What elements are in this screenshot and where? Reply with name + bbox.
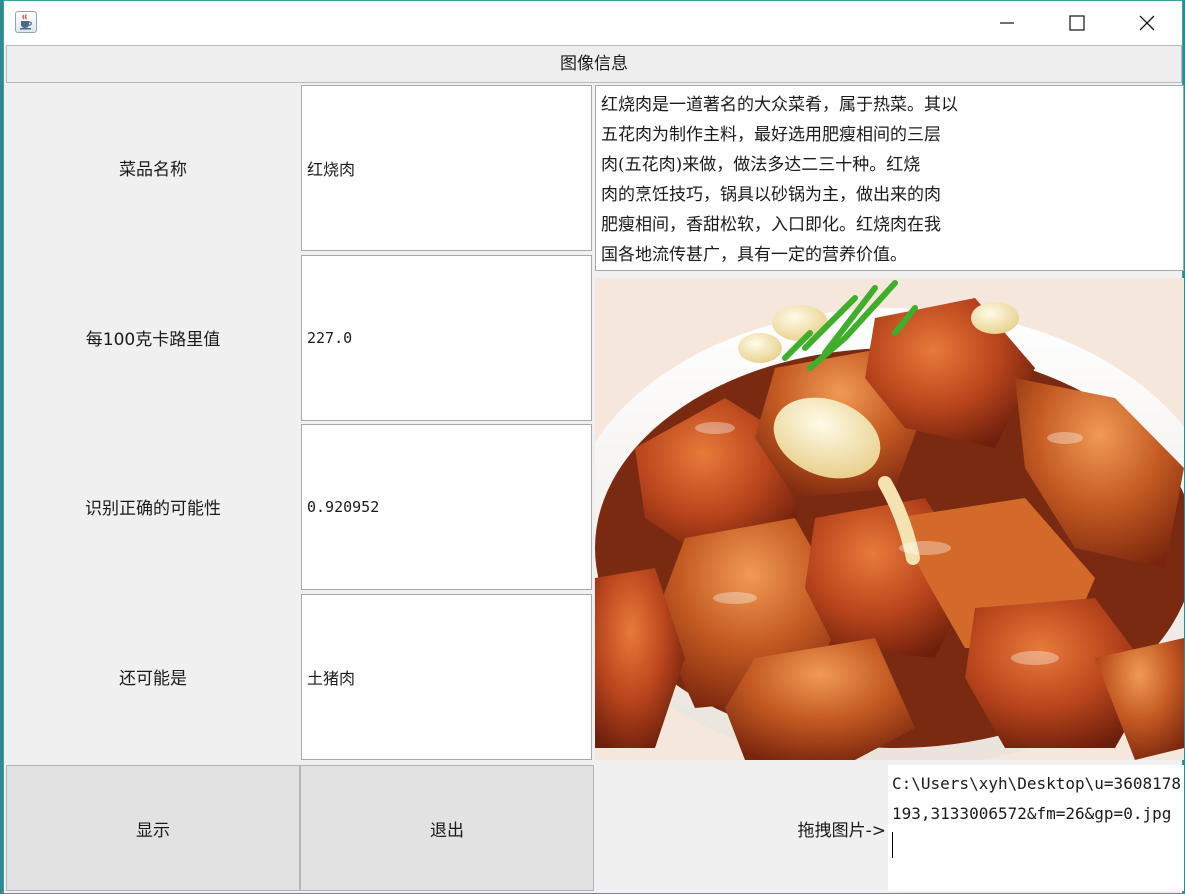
image-path-field[interactable]: C:\Users\xyh\Desktop\u=3608178193,313300…	[888, 765, 1184, 891]
minimize-icon	[1000, 22, 1014, 24]
maximize-icon	[1069, 15, 1085, 31]
drag-image-label: 拖拽图片->	[797, 820, 886, 841]
app-window: 图像信息 菜品名称 红烧肉 每100克卡路里值 227.0 识别正确的可能性 0…	[3, 0, 1184, 894]
image-info-header: 图像信息	[6, 45, 1182, 83]
dish-photo	[595, 278, 1184, 760]
calorie-label: 每100克卡路里值	[85, 329, 221, 350]
close-button[interactable]	[1112, 1, 1182, 45]
maximize-button[interactable]	[1042, 1, 1112, 45]
minimize-button[interactable]	[972, 1, 1042, 45]
confidence-field[interactable]: 0.920952	[301, 424, 592, 590]
description-line: 肉的烹饪技巧，锅具以砂锅为主，做出来的肉	[601, 185, 941, 205]
confidence-label: 识别正确的可能性	[85, 498, 221, 519]
dish-description[interactable]: 红烧肉是一道著名的大众菜肴，属于热菜。其以 五花肉为制作主料，最好选用肥瘦相间的…	[595, 85, 1184, 271]
dish-name-label: 菜品名称	[119, 159, 187, 180]
description-line: 肥瘦相间，香甜松软，入口即化。红烧肉在我	[601, 215, 941, 235]
alternative-label: 还可能是	[119, 668, 187, 689]
description-line: 国各地流传甚广，具有一定的营养价值。	[601, 245, 907, 265]
exit-button[interactable]: 退出	[300, 765, 594, 891]
dish-name-field[interactable]: 红烧肉	[301, 85, 592, 251]
close-icon	[1139, 15, 1155, 31]
alternative-field[interactable]: 土猪肉	[301, 594, 592, 760]
calorie-field[interactable]: 227.0	[301, 255, 592, 421]
text-caret	[892, 831, 893, 858]
image-path-text: C:\Users\xyh\Desktop\u=3608178193,313300…	[892, 774, 1181, 823]
title-bar	[4, 1, 1182, 45]
show-button[interactable]: 显示	[6, 765, 300, 891]
description-line: 肉(五花肉)来做，做法多达二三十种。红烧	[601, 155, 921, 175]
java-cup-icon[interactable]	[15, 11, 37, 33]
description-line: 红烧肉是一道著名的大众菜肴，属于热菜。其以	[601, 95, 958, 115]
description-line: 五花肉为制作主料，最好选用肥瘦相间的三层	[601, 125, 941, 145]
